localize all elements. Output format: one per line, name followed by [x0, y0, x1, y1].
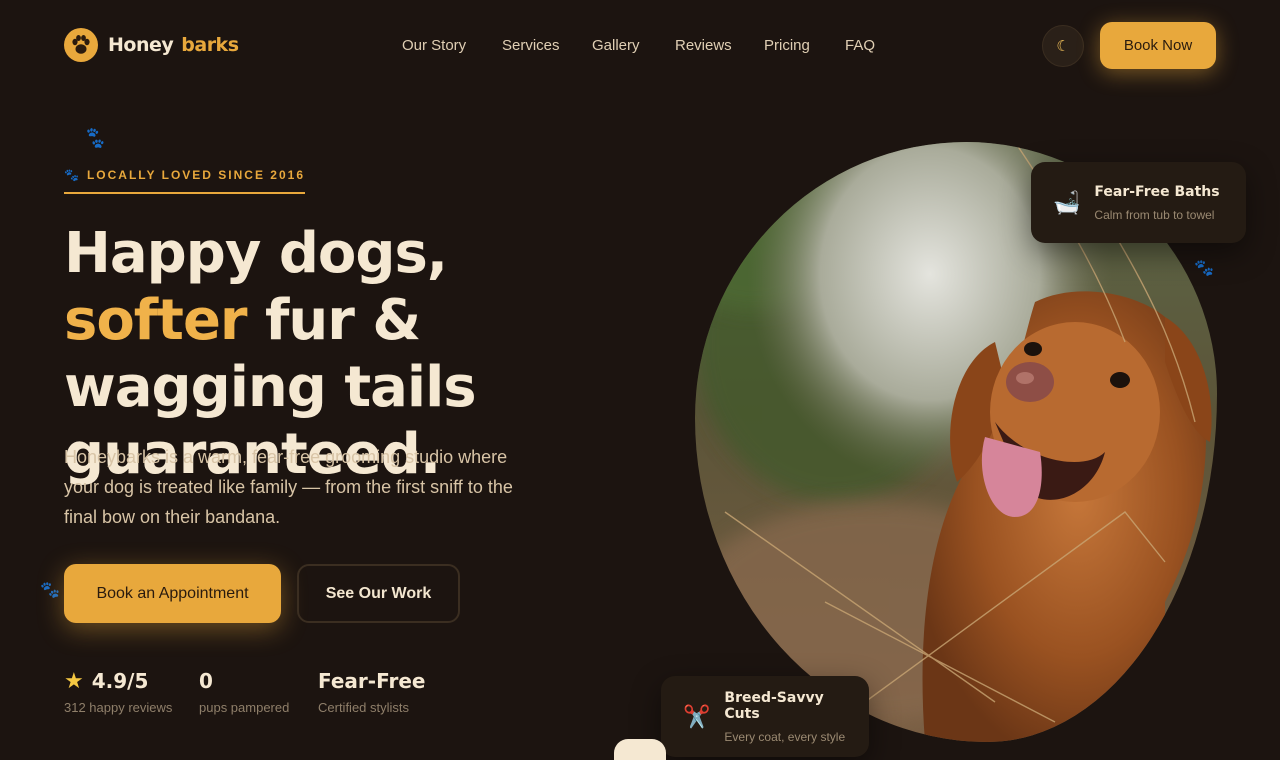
card-baths-title: Fear-Free Baths	[1094, 183, 1220, 200]
card-cuts-subtitle: Every coat, every style	[724, 729, 846, 744]
brand-logo[interactable]: Honey barks	[64, 28, 239, 62]
nav-link-our-story[interactable]: Our Story	[402, 37, 502, 54]
stat-certified-label: Certified stylists	[318, 700, 410, 715]
nav-link-gallery[interactable]: Gallery	[592, 37, 675, 54]
eyebrow-tag: 🐾 LOCALLY LOVED SINCE 2016	[64, 168, 306, 194]
scissors-icon: ✂️	[683, 703, 711, 729]
feature-card-baths: 🛁 Fear-Free Baths Calm from tub to towel	[1031, 162, 1246, 243]
stat-pups: 0 pups pampered	[199, 668, 318, 715]
star-icon: ★	[64, 668, 84, 694]
brand-name-part2: barks	[181, 34, 239, 56]
stat-pups-label: pups pampered	[199, 700, 290, 715]
card-cuts-title: Breed-Savvy Cuts	[724, 689, 824, 722]
nav-link-services[interactable]: Services	[502, 37, 592, 54]
stat-certified-value: Fear-Free	[318, 669, 426, 693]
eyebrow-text: LOCALLY LOVED SINCE 2016	[86, 168, 306, 182]
paw-prints-decoration-icon: 🐾	[40, 582, 60, 599]
moon-icon: ☾	[1056, 38, 1070, 55]
headline-accent: softer	[64, 288, 248, 353]
brand-name: Honey barks	[108, 34, 239, 56]
nav-link-faq[interactable]: FAQ	[845, 37, 885, 54]
stat-pups-value: 0	[199, 669, 213, 693]
feature-card-cuts: ✂️ Breed-Savvy Cuts Every coat, every st…	[661, 676, 869, 757]
chat-bubble-button[interactable]	[614, 739, 666, 760]
hero-stats: ★ 4.9/5 312 happy reviews 0 pups pampered…	[64, 668, 438, 716]
nav-link-reviews[interactable]: Reviews	[675, 37, 764, 54]
stat-rating-label: 312 happy reviews	[64, 700, 173, 715]
see-our-work-button[interactable]: See Our Work	[297, 564, 460, 623]
stat-certified: Fear-Free Certified stylists	[318, 668, 438, 715]
paw-prints-decoration-icon: 🐾	[81, 124, 110, 152]
top-nav: Honey barks Our Story Services Gallery Re…	[0, 0, 1280, 92]
paw-prints-decoration-icon: 🐾	[1194, 260, 1214, 277]
nav-link-pricing[interactable]: Pricing	[764, 37, 845, 54]
stat-rating-value: 4.9/5	[91, 669, 149, 693]
card-baths-subtitle: Calm from tub to towel	[1094, 207, 1215, 222]
book-appointment-button[interactable]: Book an Appointment	[64, 564, 281, 623]
hero-lead-text: Honeybarks is a warm, fear-free grooming…	[64, 447, 513, 527]
headline-part1: Happy dogs,	[64, 221, 448, 286]
stat-rating: ★ 4.9/5 312 happy reviews	[64, 668, 199, 716]
brand-name-part1: Honey	[108, 34, 174, 56]
bathtub-icon: 🛁	[1053, 189, 1081, 215]
book-now-button[interactable]: Book Now	[1100, 22, 1216, 69]
main-menu: Our Story Services Gallery Reviews Prici…	[402, 37, 885, 54]
theme-toggle-button[interactable]: ☾	[1042, 25, 1084, 67]
paw-logo-icon	[64, 28, 98, 62]
paw-small-icon: 🐾	[64, 168, 79, 182]
